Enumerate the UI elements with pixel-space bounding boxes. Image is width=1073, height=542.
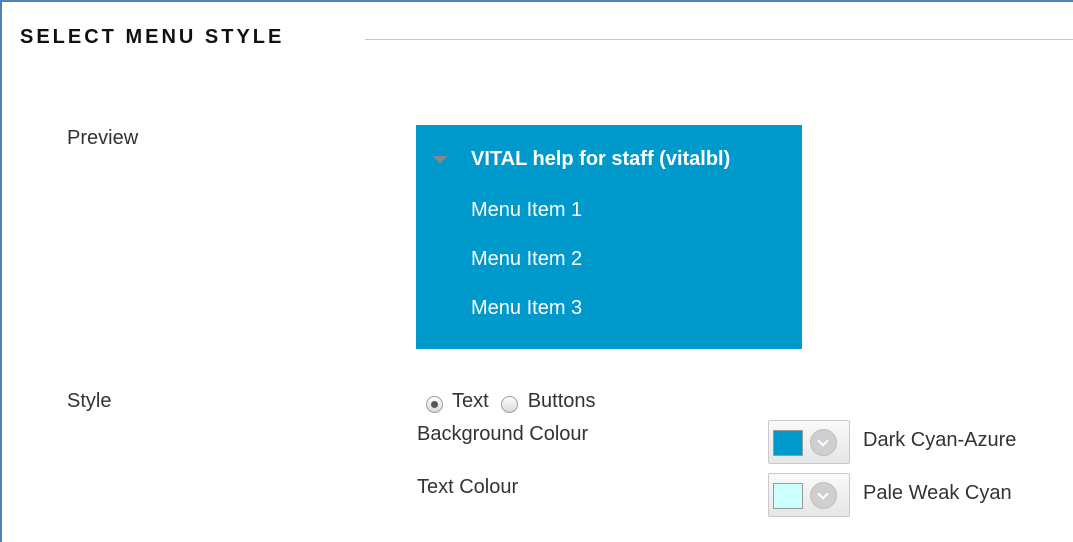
preview-label: Preview [67, 127, 139, 149]
style-text-radio-label[interactable]: Text [452, 390, 489, 413]
preview-menu-item: Menu Item 2 [471, 248, 583, 270]
style-buttons-radio-label[interactable]: Buttons [528, 390, 596, 413]
text-colour-label: Text Colour [417, 476, 519, 498]
collapse-arrow-icon [433, 156, 447, 164]
preview-menu-title: VITAL help for staff (vitalbl) [471, 148, 731, 170]
style-text-radio[interactable] [426, 396, 443, 413]
section-heading: SELECT MENU STYLE [20, 26, 285, 48]
text-colour-swatch [773, 483, 803, 509]
section-heading-row: SELECT MENU STYLE [20, 26, 284, 49]
text-colour-picker[interactable] [768, 473, 850, 517]
preview-menu-item: Menu Item 3 [471, 297, 583, 319]
style-radio-group: Text Buttons [426, 390, 596, 413]
text-colour-name: Pale Weak Cyan [863, 482, 1012, 504]
preview-menu-item: Menu Item 1 [471, 199, 583, 221]
chevron-down-icon[interactable] [810, 429, 837, 456]
heading-divider [365, 39, 1073, 40]
chevron-down-icon[interactable] [810, 482, 837, 509]
background-colour-label: Background Colour [417, 423, 589, 445]
background-colour-swatch [773, 430, 803, 456]
background-colour-name: Dark Cyan-Azure [863, 429, 1017, 451]
background-colour-picker[interactable] [768, 420, 850, 464]
style-label: Style [67, 390, 112, 412]
style-buttons-radio[interactable] [500, 396, 518, 413]
menu-preview: VITAL help for staff (vitalbl) Menu Item… [416, 125, 802, 349]
